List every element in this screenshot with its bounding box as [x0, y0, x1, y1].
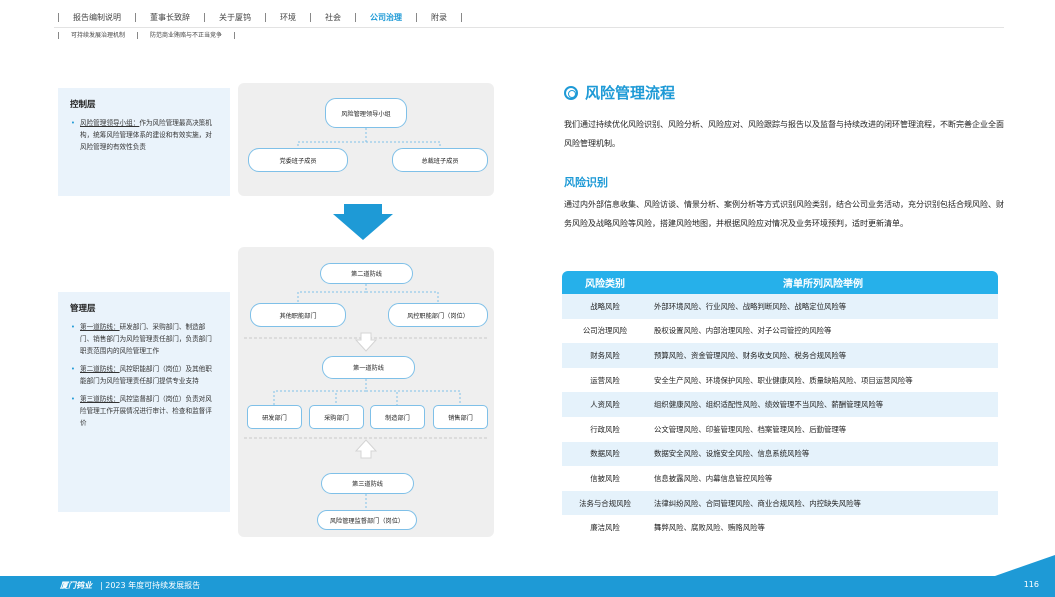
- intro-paragraph: 我们通过持续优化风险识别、风险分析、风险应对、风险跟踪与报告以及监督与持续改进的…: [564, 120, 1004, 148]
- node-procurement: 采购部门: [309, 405, 364, 429]
- table-header-category: 风险类别: [562, 271, 648, 294]
- footer-report-title: | 2023 年度可持续发展报告: [100, 581, 201, 590]
- table-row: 运营风险 安全生产风险、环境保护风险、职业健康风险、质量缺陷风险、项目运营风险等: [590, 375, 913, 385]
- node-risk-supervision: 风险管理监督部门（岗位）: [317, 510, 417, 530]
- section-title: 风险管理流程: [564, 82, 675, 103]
- table-row: 人资风险 组织健康风险、组织适配性风险、绩效管理不当风险、薪酬管理风险等: [562, 392, 998, 417]
- page-number: 116: [1023, 580, 1039, 589]
- risk-identification-heading: 风险识别: [564, 176, 608, 189]
- arrow-up-icon: [354, 439, 378, 459]
- node-first-line: 第一道防线: [322, 356, 415, 379]
- node-second-line: 第二道防线: [320, 263, 413, 284]
- node-third-line: 第三道防线: [321, 473, 414, 494]
- node-risk-leadership: 风险管理领导小组: [325, 98, 407, 128]
- table-row: 战略风险 外部环境风险、行业风险、战略判断风险、战略定位风险等: [562, 294, 998, 319]
- table-row: 公司治理风险 股权设置风险、内部治理风险、对子公司管控的风险等: [582, 326, 832, 336]
- flow-arrows: [354, 332, 378, 459]
- risk-identification-paragraph: 通过内外部信息收集、风险访谈、情景分析、案例分析等方式识别风险类别，结合公司业务…: [564, 200, 1004, 228]
- footer-corner-shape: [995, 555, 1055, 576]
- table-row: 法务与合规风险 法律纠纷风险、合同管理风险、商业合规风险、内控缺失风险等: [562, 490, 998, 516]
- table-row: 廉洁风险 舞弊风险、腐败风险、贿赂风险等: [590, 523, 765, 533]
- risk-table: 风险类别 清单所列风险举例 战略风险 外部环境风险、行业风险、战略判断风险、战略定…: [562, 271, 998, 540]
- node-sales: 销售部门: [433, 405, 488, 429]
- node-manufacturing: 制造部门: [370, 405, 425, 429]
- arrow-down-icon: [354, 332, 378, 352]
- footer-bar: 厦门钨业 | 2023 年度可持续发展报告: [0, 555, 1055, 597]
- ring-bullet-icon: [564, 85, 578, 100]
- table-row: 财务风险 预算风险、资金管理风险、财务收支风险、税务合规风险等: [562, 343, 998, 368]
- node-president-team: 总裁班子成员: [392, 148, 488, 172]
- table-row: 数据风险 数据安全风险、设施安全风险、信息系统风险等: [562, 441, 998, 467]
- node-other-functions: 其他职能部门: [250, 303, 346, 327]
- table-header-examples: 清单所列风险举例: [648, 271, 998, 294]
- table-row: 信披风险 信息披露风险、内幕信息管控风险等: [590, 473, 773, 483]
- company-logo: 厦门钨业: [60, 581, 92, 590]
- table-row: 行政风险 公文管理风险、印鉴管理风险、档案管理风险、后勤管理等: [590, 424, 847, 434]
- node-risk-control-functions: 风控职能部门（岗位）: [388, 303, 488, 327]
- table-header-row: 风险类别 清单所列风险举例: [562, 271, 998, 294]
- section-title-text: 风险管理流程: [585, 84, 676, 102]
- node-rnd: 研发部门: [247, 405, 302, 429]
- node-party-committee: 党委班子成员: [248, 148, 348, 172]
